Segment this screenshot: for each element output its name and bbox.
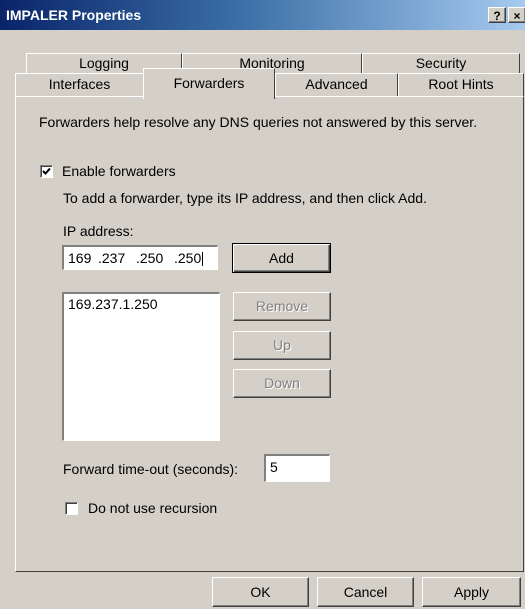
remove-button-label: Remove [255,298,309,314]
list-item[interactable]: 169.237.1.250 [68,296,158,312]
ip-octet-4[interactable]: .250 [174,250,201,266]
forwarders-list[interactable]: 169.237.1.250 [62,292,220,441]
checkmark-icon [42,167,51,175]
ip-octet-2[interactable]: .237 [98,250,136,266]
timeout-label: Forward time-out (seconds): [63,461,239,477]
forwarders-panel: Forwarders help resolve any DNS queries … [15,96,524,572]
apply-button-label: Apply [453,584,490,600]
forwarder-instruction: To add a forwarder, type its IP address,… [63,190,427,206]
cancel-button-label: Cancel [343,584,388,600]
cancel-button[interactable]: Cancel [317,577,414,607]
ip-address-label: IP address: [63,223,134,239]
remove-button[interactable]: Remove [233,292,331,321]
timeout-field[interactable]: 5 [264,454,330,482]
tab-advanced[interactable]: Advanced [275,73,398,96]
ip-octet-1[interactable]: 169 [68,250,98,266]
add-button-label: Add [269,250,294,266]
apply-button[interactable]: Apply [422,577,521,607]
recursion-label[interactable]: Do not use recursion [88,500,217,516]
enable-forwarders-label[interactable]: Enable forwarders [62,163,176,179]
window-title: IMPALER Properties [6,7,142,23]
help-button[interactable]: ? [488,7,506,23]
tab-root-hints[interactable]: Root Hints [398,73,524,96]
ok-button[interactable]: OK [212,577,309,607]
down-button-label: Down [264,375,300,391]
title-bar[interactable]: IMPALER Properties ? × [0,0,525,30]
ok-button-label: OK [250,584,271,600]
forwarders-description: Forwarders help resolve any DNS queries … [39,114,478,130]
ip-address-field[interactable]: 169.237.250.250 [62,245,218,270]
tab-forwarders[interactable]: Forwarders [143,68,275,99]
up-button-label: Up [273,337,291,353]
close-button[interactable]: × [508,7,525,23]
add-button[interactable]: Add [232,243,331,273]
tab-interfaces[interactable]: Interfaces [15,73,144,96]
enable-forwarders-checkbox[interactable] [40,165,53,178]
tab-security[interactable]: Security [362,53,520,74]
up-button[interactable]: Up [233,331,331,360]
do-not-use-recursion-checkbox[interactable] [65,502,78,515]
properties-dialog: IMPALER Properties ? × Logging Monitorin… [0,0,525,609]
text-cursor [202,252,204,267]
down-button[interactable]: Down [233,369,331,398]
ip-octet-3[interactable]: .250 [136,250,174,266]
